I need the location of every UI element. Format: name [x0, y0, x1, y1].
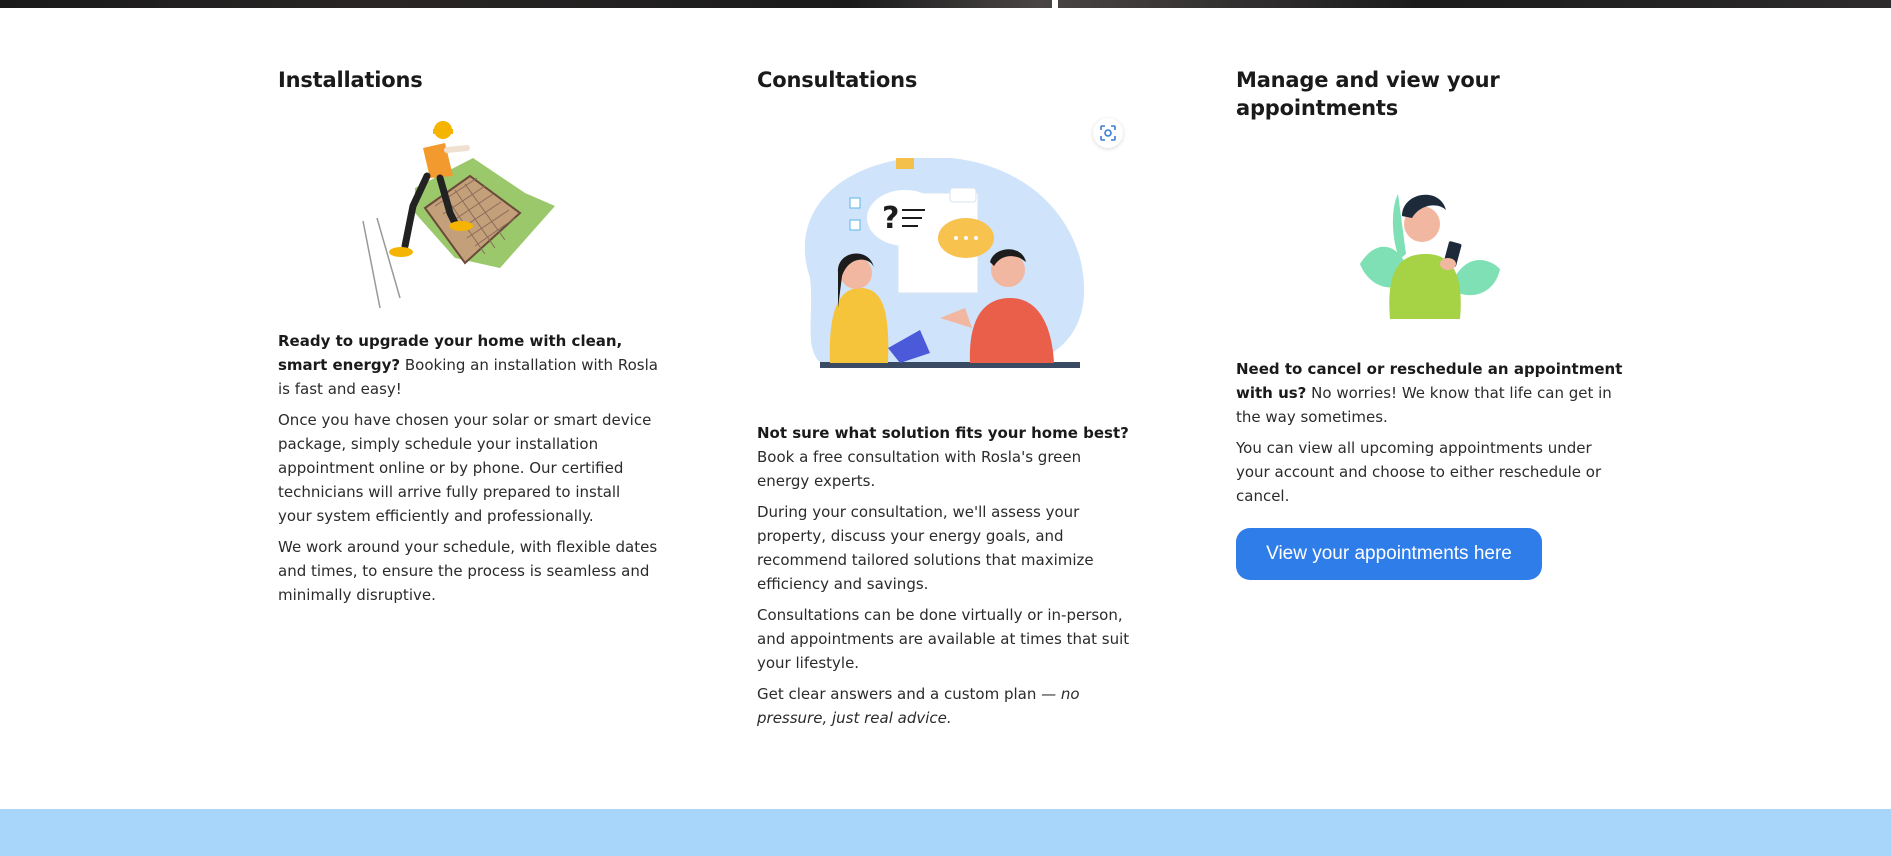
- consultations-title: Consultations: [757, 68, 918, 92]
- appointments-text: Need to cancel or reschedule an appointm…: [1236, 357, 1626, 515]
- consultations-section: Consultations: [757, 66, 1137, 94]
- consultations-text: Not sure what solution fits your home be…: [757, 421, 1137, 737]
- consultations-lead-bold: Not sure what solution fits your home be…: [757, 424, 1129, 442]
- appointments-paragraph: You can view all upcoming appointments u…: [1236, 439, 1602, 505]
- appointments-title: Manage and view your appointments: [1236, 68, 1500, 120]
- consultations-paragraph: Consultations can be done virtually or i…: [757, 606, 1130, 672]
- consultations-closing: Get clear answers and a custom plan — no…: [757, 682, 1137, 730]
- svg-text:?: ?: [882, 201, 899, 236]
- visual-search-button[interactable]: [1093, 118, 1123, 148]
- installations-paragraph: Once you have chosen your solar or smart…: [278, 411, 652, 525]
- view-appointments-button[interactable]: View your appointments here: [1236, 528, 1542, 580]
- appointments-lead: Need to cancel or reschedule an appointm…: [1236, 357, 1626, 429]
- visual-search-icon: [1100, 125, 1116, 141]
- phone-user-illustration: [1350, 184, 1510, 319]
- installations-text: Ready to upgrade your home with clean, s…: [278, 329, 658, 614]
- consultations-paragraph: During your consultation, we'll assess y…: [757, 503, 1094, 593]
- consultation-illustration: ?: [790, 158, 1095, 373]
- appointments-section: Manage and view your appointments: [1236, 66, 1596, 122]
- consultations-lead-rest: Book a free consultation with Rosla's gr…: [757, 448, 1082, 490]
- consultations-lead: Not sure what solution fits your home be…: [757, 421, 1137, 493]
- footer-band: [0, 809, 1891, 856]
- installations-lead: Ready to upgrade your home with clean, s…: [278, 329, 658, 401]
- solar-installer-illustration: [355, 118, 570, 308]
- installations-title: Installations: [278, 68, 423, 92]
- header-image-strip: [0, 0, 1891, 8]
- installations-section: Installations: [278, 66, 658, 94]
- consultations-closing-plain: Get clear answers and a custom plan —: [757, 685, 1061, 703]
- strip-gap: [1052, 0, 1058, 8]
- installations-paragraph: We work around your schedule, with flexi…: [278, 538, 658, 604]
